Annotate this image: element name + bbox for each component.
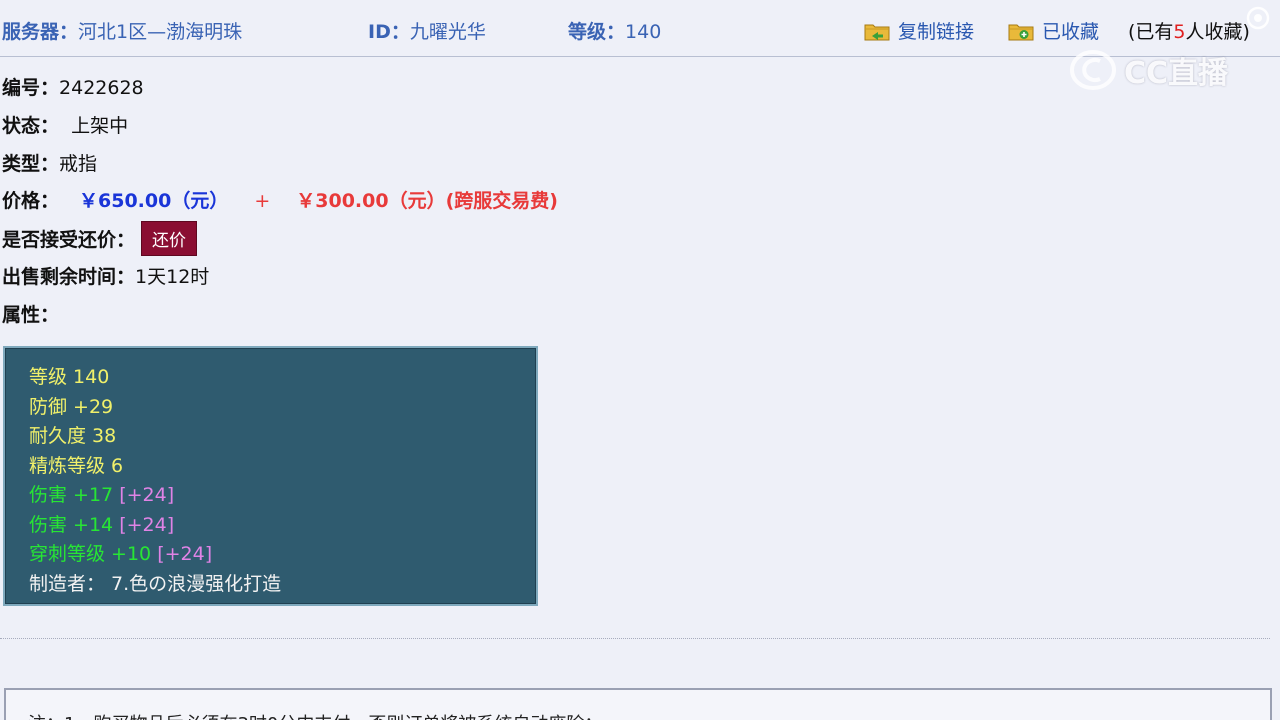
item-attributes-panel: 等级 140 防御 +29 耐久度 38 精炼等级 6 伤害 +17 [+24]…	[3, 346, 538, 606]
attr-bonus: [+24]	[157, 543, 213, 565]
attr-line: 精炼等级 6	[29, 451, 123, 478]
attr-main: 耐久度 38	[29, 425, 117, 447]
price-value: ￥650.00（元）	[79, 190, 229, 212]
fav-count-prefix: (已有	[1128, 21, 1174, 43]
favorite-count: (已有5人收藏)	[1128, 17, 1250, 44]
status-row: 状态： 上架中	[2, 111, 128, 138]
trade-item-page: 服务器：河北1区—渤海明珠 ID：九曜光华 等级：140 复制链接 已收藏 (已…	[0, 0, 1280, 720]
remaining-value: 1天12时	[135, 266, 210, 288]
status-value: 上架中	[71, 115, 129, 137]
favorited-label: 已收藏	[1042, 21, 1100, 43]
level-label: 等级：	[568, 21, 626, 43]
attr-bonus: [+24]	[119, 514, 175, 536]
bargain-row: 是否接受还价： 还价	[2, 221, 198, 258]
copy-link-button[interactable]: 复制链接	[864, 17, 974, 44]
copy-link-label: 复制链接	[898, 21, 975, 43]
item-number-row: 编号：2422628	[2, 73, 144, 100]
remaining-time-row: 出售剩余时间：1天12时	[2, 262, 209, 289]
attr-main: 伤害 +17	[29, 484, 114, 506]
attr-main: 精炼等级 6	[29, 455, 124, 477]
id-label: ID：	[368, 21, 410, 43]
attr-bonus: [+24]	[119, 484, 175, 506]
broadcast-icon	[1246, 6, 1270, 30]
folder-share-icon	[864, 21, 890, 41]
section-divider	[0, 638, 1270, 639]
price-row: 价格： ￥650.00（元） + ￥300.00（元）(跨服交易费)	[2, 186, 558, 213]
attr-line: 伤害 +17 [+24]	[29, 480, 174, 507]
level-info: 等级：140	[568, 17, 661, 44]
favorited-button[interactable]: 已收藏	[1008, 17, 1099, 44]
number-value: 2422628	[59, 77, 144, 99]
server-value: 河北1区—渤海明珠	[78, 21, 243, 43]
type-row: 类型：戒指	[2, 149, 97, 176]
type-value: 戒指	[59, 153, 98, 175]
level-value: 140	[625, 21, 662, 43]
attr-main: 等级 140	[29, 366, 110, 388]
attr-line: 制造者： 7.色の浪漫强化打造	[29, 569, 281, 596]
attr-main: 穿刺等级 +10	[29, 543, 152, 565]
folder-add-icon	[1008, 21, 1034, 41]
attributes-row: 属性：	[2, 300, 59, 327]
remaining-label: 出售剩余时间：	[2, 266, 136, 288]
status-label: 状态：	[2, 115, 60, 137]
attr-main: 制造者： 7.色の浪漫强化打造	[29, 573, 282, 595]
price-plus-sign: +	[254, 190, 271, 212]
price-label: 价格：	[2, 190, 60, 212]
attr-line: 耐久度 38	[29, 421, 116, 448]
purchase-notice-box: 注：1、购买物品后必须在3时0分内支付，否则订单将被系统自动废除；	[4, 688, 1272, 720]
id-value: 九曜光华	[409, 21, 486, 43]
seller-id-info: ID：九曜光华	[368, 17, 486, 44]
attr-main: 防御 +29	[29, 396, 114, 418]
purchase-notice-text: 注：1、购买物品后必须在3时0分内支付，否则订单将被系统自动废除；	[28, 710, 602, 720]
attr-line: 等级 140	[29, 362, 109, 389]
attr-line: 伤害 +14 [+24]	[29, 510, 174, 537]
fav-count-suffix: 人收藏)	[1185, 21, 1250, 43]
server-info: 服务器：河北1区—渤海明珠	[2, 17, 242, 44]
attr-line: 防御 +29	[29, 392, 113, 419]
server-label: 服务器：	[2, 21, 79, 43]
watermark-text: CC直播	[1124, 56, 1229, 91]
attr-line: 穿刺等级 +10 [+24]	[29, 539, 212, 566]
bargain-label: 是否接受还价：	[2, 229, 136, 251]
attributes-label: 属性：	[2, 304, 60, 326]
cc-live-watermark: CC直播	[1070, 46, 1245, 94]
cross-server-fee: ￥300.00（元）(跨服交易费)	[296, 190, 558, 212]
bargain-button[interactable]: 还价	[141, 221, 198, 256]
number-label: 编号：	[2, 77, 60, 99]
fav-count-number: 5	[1173, 21, 1186, 43]
cc-logo-icon	[1070, 50, 1116, 90]
type-label: 类型：	[2, 153, 60, 175]
attr-main: 伤害 +14	[29, 514, 114, 536]
